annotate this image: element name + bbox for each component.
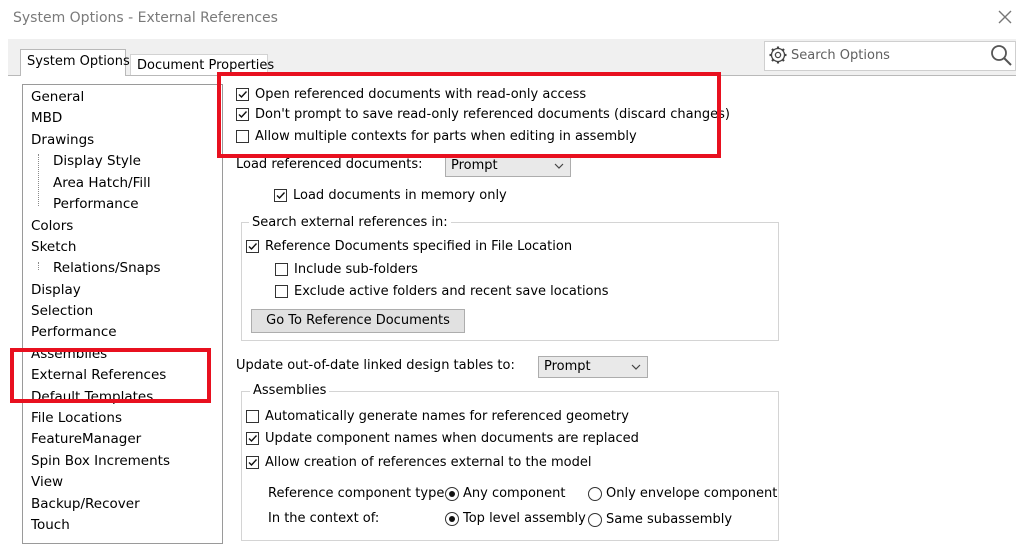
radio-selected-dot <box>449 491 455 497</box>
tree-item-area-hatch-fill[interactable]: Area Hatch/Fill <box>53 174 151 192</box>
close-icon[interactable] <box>996 8 1014 26</box>
tree-item-relations-snaps[interactable]: Relations/Snaps <box>53 259 161 277</box>
ref-docs-file-location-checkbox[interactable] <box>246 240 259 253</box>
open-readonly-label: Open referenced documents with read-only… <box>255 87 587 102</box>
go-to-reference-documents-button[interactable]: Go To Reference Documents <box>251 309 465 333</box>
exclude-active-label: Exclude active folders and recent save l… <box>294 284 609 299</box>
tree-item-view[interactable]: View <box>31 473 63 491</box>
search-icon[interactable] <box>989 43 1013 67</box>
chevron-down-icon <box>631 364 641 370</box>
update-tables-dropdown[interactable]: Prompt <box>538 356 648 378</box>
window-title: System Options - External References <box>13 10 278 26</box>
allow-external-checkbox[interactable] <box>246 456 259 469</box>
allow-external-label: Allow creation of references external to… <box>265 455 592 470</box>
tree-item-performance[interactable]: Performance <box>31 323 117 341</box>
allow-multiple-contexts-label: Allow multiple contexts for parts when e… <box>255 129 637 144</box>
allow-multiple-contexts-checkbox[interactable] <box>236 130 249 143</box>
tree-item-spin-box-increments[interactable]: Spin Box Increments <box>31 452 170 470</box>
search-input[interactable]: Search Options <box>791 48 890 63</box>
open-readonly-checkbox[interactable] <box>236 88 249 101</box>
context-label: In the context of: <box>268 511 380 526</box>
tree-item-mbd[interactable]: MBD <box>31 109 62 127</box>
tree-item-touch[interactable]: Touch <box>31 516 70 534</box>
tree-item-assemblies[interactable]: Assemblies <box>31 345 107 363</box>
checkmark-icon <box>276 192 286 200</box>
load-referenced-value: Prompt <box>451 158 498 173</box>
tree-item-drawings-performance[interactable]: Performance <box>53 195 139 213</box>
checkmark-icon <box>248 459 258 467</box>
context-same-radio[interactable] <box>588 513 602 527</box>
update-tables-label: Update out-of-date linked design tables … <box>236 358 515 373</box>
tree-item-backup-recover[interactable]: Backup/Recover <box>31 495 140 513</box>
ref-type-any-radio[interactable] <box>445 487 459 501</box>
auto-names-label: Automatically generate names for referen… <box>265 409 629 424</box>
tree-item-display[interactable]: Display <box>31 281 81 299</box>
context-same-label: Same subassembly <box>606 512 733 527</box>
gear-icon[interactable] <box>768 45 788 65</box>
exclude-active-checkbox[interactable] <box>275 285 288 298</box>
dont-prompt-save-checkbox[interactable] <box>236 108 249 121</box>
checkmark-icon <box>248 435 258 443</box>
update-tables-value: Prompt <box>544 359 591 374</box>
ref-type-envelope-label: Only envelope component <box>606 486 778 501</box>
tree-item-sketch[interactable]: Sketch <box>31 238 76 256</box>
radio-selected-dot <box>449 516 455 522</box>
load-in-memory-checkbox[interactable] <box>274 189 287 202</box>
tab-divider <box>8 75 1016 76</box>
tree-item-featuremanager[interactable]: FeatureManager <box>31 430 141 448</box>
tree-item-drawings[interactable]: Drawings <box>31 131 94 149</box>
ref-type-label: Reference component type: <box>268 486 449 501</box>
checkmark-icon <box>238 91 248 99</box>
tree-item-display-style[interactable]: Display Style <box>53 152 141 170</box>
search-references-group-title: Search external references in: <box>249 215 451 231</box>
load-in-memory-label: Load documents in memory only <box>293 188 507 203</box>
auto-names-checkbox[interactable] <box>246 410 259 423</box>
update-names-label: Update component names when documents ar… <box>265 431 639 446</box>
load-referenced-dropdown[interactable]: Prompt <box>445 155 571 177</box>
tree-item-colors[interactable]: Colors <box>31 217 73 235</box>
update-names-checkbox[interactable] <box>246 432 259 445</box>
include-subfolders-label: Include sub-folders <box>294 262 418 277</box>
assemblies-group-title: Assemblies <box>250 383 330 399</box>
tab-system-options[interactable]: System Options <box>20 49 130 76</box>
ref-type-envelope-radio[interactable] <box>588 487 602 501</box>
checkmark-icon <box>238 111 248 119</box>
ref-docs-file-location-label: Reference Documents specified in File Lo… <box>265 239 573 254</box>
checkmark-icon <box>248 243 258 251</box>
tab-document-properties[interactable]: Document Properties <box>130 54 274 76</box>
chevron-down-icon <box>554 163 564 169</box>
include-subfolders-checkbox[interactable] <box>275 263 288 276</box>
ref-type-any-label: Any component <box>463 486 566 501</box>
tree-connector <box>38 262 39 270</box>
load-referenced-label: Load referenced documents: <box>236 157 423 172</box>
tree-connector <box>38 154 39 206</box>
tree-item-selection[interactable]: Selection <box>31 302 93 320</box>
tree-item-file-locations[interactable]: File Locations <box>31 409 122 427</box>
context-top-radio[interactable] <box>445 512 459 526</box>
tree-item-external-references[interactable]: External References <box>31 366 166 384</box>
tree-item-general[interactable]: General <box>31 88 84 106</box>
context-top-label: Top level assembly <box>463 511 586 526</box>
dont-prompt-save-label: Don't prompt to save read-only reference… <box>255 107 730 122</box>
tree-item-default-templates[interactable]: Default Templates <box>31 388 153 406</box>
